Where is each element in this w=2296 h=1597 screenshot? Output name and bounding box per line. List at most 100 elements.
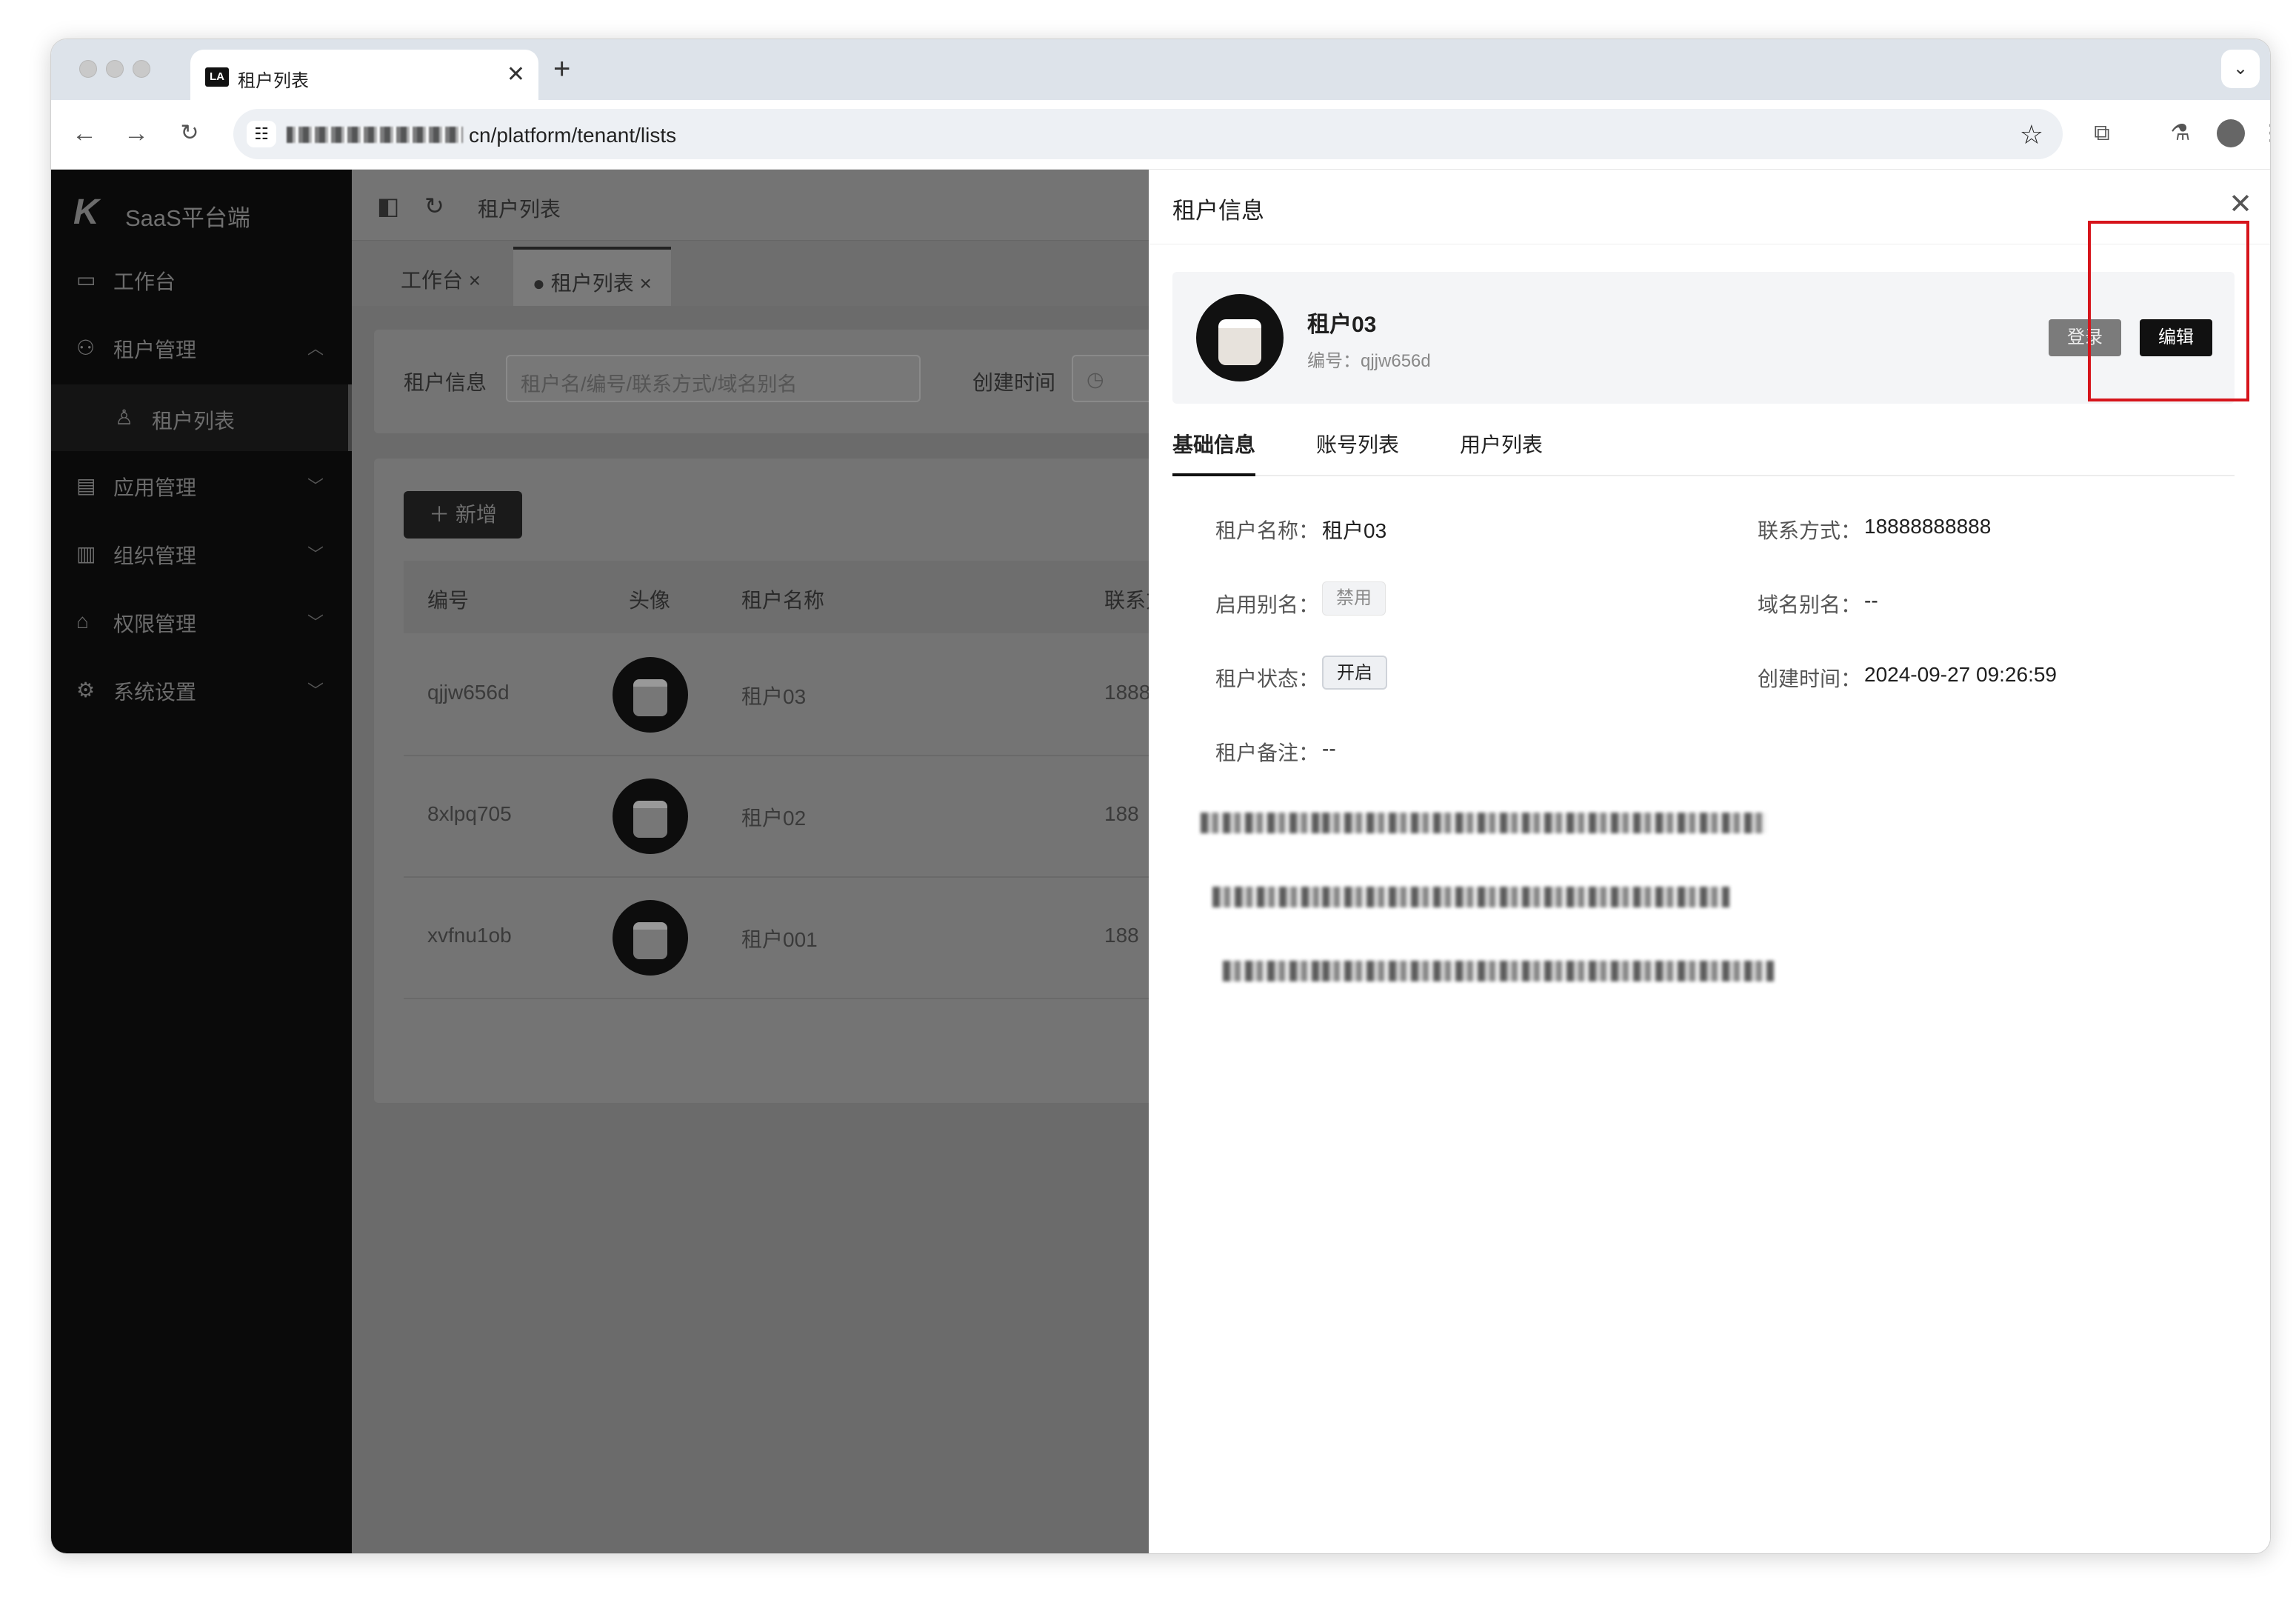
close-icon[interactable]: × (639, 272, 651, 295)
sidebar-item-label: 租户管理 (113, 339, 197, 361)
alias-enabled-label: 启用别名： (1215, 593, 1319, 616)
status-badge: 开启 (1322, 656, 1387, 690)
favicon-icon: LA (205, 67, 229, 87)
table-row[interactable]: xvfnu1ob 租户001 188 (404, 878, 1167, 999)
sidebar-item-permission-management[interactable]: ⌂ 权限管理 ﹀ (51, 592, 352, 651)
lock-icon: ⌂ (76, 610, 89, 633)
tag-tenant-list[interactable]: ● 租户列表 × (513, 247, 671, 306)
sidebar-item-org-management[interactable]: ▥ 组织管理 ﹀ (51, 524, 352, 583)
alias-status-badge: 禁用 (1322, 581, 1386, 616)
column-header: 租户名称 (741, 589, 825, 612)
sidebar-item-tenant-list[interactable]: ♙ 租户列表 (51, 384, 352, 451)
browser-toolbar: ← → ↻ ☷ cn/platform/tenant/lists ☆ ⧉ ⚗ ⋮ (51, 100, 2270, 170)
avatar (613, 779, 688, 854)
logo-icon: K (73, 193, 99, 232)
profile-avatar-icon[interactable] (2217, 119, 2245, 147)
brand-name: SaaS平台端 (125, 205, 250, 231)
sidebar-item-app-management[interactable]: ▤ 应用管理 ﹀ (51, 456, 352, 515)
gear-icon: ⚙ (76, 679, 96, 701)
address-bar[interactable]: ☷ cn/platform/tenant/lists ☆ (233, 109, 2063, 159)
reload-icon[interactable]: ↻ (173, 116, 207, 150)
refresh-icon[interactable]: ↻ (424, 192, 444, 220)
sidebar-item-system-settings[interactable]: ⚙ 系统设置 ﹀ (51, 660, 352, 719)
table-row[interactable]: 8xlpq705 租户02 188 (404, 756, 1167, 878)
back-icon[interactable]: ← (67, 116, 101, 150)
tab-search-icon[interactable]: ⌄ (2221, 50, 2260, 88)
sidebar-item-workbench[interactable]: ▭ 工作台 (51, 250, 352, 309)
cell-name: 租户001 (741, 928, 818, 951)
browser-window: LA 租户列表 ✕ + ⌄ ← → ↻ ☷ cn/platform/tenant… (50, 39, 2271, 1554)
chevron-down-icon: ﹀ (307, 681, 324, 700)
chevron-up-icon: ︿ (307, 339, 324, 358)
sidebar-item-tenant-management[interactable]: ⚇ 租户管理 ︿ (51, 318, 352, 377)
close-tab-icon[interactable]: ✕ (507, 61, 525, 87)
chevron-down-icon: ﹀ (307, 545, 324, 564)
domain-alias-label: 域名别名： (1757, 593, 1861, 616)
maximize-window-icon[interactable] (133, 60, 150, 78)
collapse-sidebar-icon[interactable]: ◧ (377, 192, 399, 220)
app-icon: ▤ (76, 474, 96, 497)
table-row[interactable]: qjjw656d 租户03 18888 (404, 635, 1167, 756)
site-info-icon[interactable]: ☷ (247, 121, 276, 147)
table-card: ＋ 新增 编号 头像 租户名称 联系方 qjjw656d 租户03 18888 … (374, 459, 1167, 1103)
created-value: 2024-09-27 09:26:59 (1864, 663, 2057, 686)
forward-icon[interactable]: → (119, 116, 153, 150)
drawer-tabs: 基础信息 账号列表 用户列表 (1172, 429, 2235, 476)
tab-user-list[interactable]: 用户列表 (1460, 429, 1543, 476)
redacted-label (1212, 887, 1322, 907)
user-icon: ♙ (115, 406, 134, 429)
tab-basic-info[interactable]: 基础信息 (1172, 429, 1256, 476)
cell-contact: 188 (1104, 924, 1139, 947)
monitor-icon: ▭ (76, 268, 96, 291)
remark-label: 租户备注： (1215, 741, 1319, 764)
chevron-down-icon: ﹀ (307, 477, 324, 496)
profile-name: 租户03 (1307, 313, 1377, 337)
menu-kebab-icon[interactable]: ⋮ (2254, 116, 2270, 150)
table-header: 编号 头像 租户名称 联系方 (404, 561, 1167, 633)
extensions-icon[interactable]: ⧉ (2085, 116, 2119, 150)
tag-workbench[interactable]: 工作台 × (381, 247, 500, 306)
add-tenant-button[interactable]: ＋ 新增 (404, 491, 522, 539)
redacted-label (1223, 961, 1322, 981)
sidebar-item-label: 工作台 (113, 270, 176, 293)
tag-label: ● 租户列表 (533, 272, 634, 295)
tab-account-list[interactable]: 账号列表 (1316, 429, 1399, 476)
browser-tab-title: 租户列表 (238, 71, 309, 91)
date-label: 创建时间 (972, 371, 1056, 394)
close-icon[interactable]: ✕ (2229, 187, 2252, 221)
labs-flask-icon[interactable]: ⚗ (2163, 116, 2197, 150)
new-tab-icon[interactable]: + (553, 53, 570, 86)
url-text[interactable]: cn/platform/tenant/lists (469, 124, 676, 147)
chevron-down-icon: ﹀ (307, 613, 324, 632)
cell-code: 8xlpq705 (427, 802, 512, 825)
status-label: 租户状态： (1215, 667, 1319, 690)
bookmark-star-icon[interactable]: ☆ (2020, 119, 2043, 150)
avatar (613, 657, 688, 733)
main-content: ◧ ↻ 租户列表 工作台 × ● 租户列表 × 租户信息 租户名/编号/联系方式… (352, 170, 1167, 1553)
close-window-icon[interactable] (79, 60, 97, 78)
user-group-icon: ⚇ (76, 336, 96, 359)
url-domain-redacted (287, 127, 463, 143)
close-icon[interactable]: × (469, 269, 481, 292)
sidebar-item-label: 组织管理 (113, 544, 197, 567)
profile-code: 编号：qjjw656d (1307, 351, 1431, 371)
sidebar-item-label: 租户列表 (152, 410, 236, 433)
profile-card: 租户03 编号：qjjw656d 登录 编辑 (1172, 272, 2235, 404)
app: K SaaS平台端 ▭ 工作台 ⚇ 租户管理 ︿ ♙ 租户列表 ▤ 应用管理 ﹀ (51, 170, 2270, 1553)
sidebar-item-label: 权限管理 (113, 613, 197, 636)
created-label: 创建时间： (1757, 667, 1861, 690)
redacted-value (1322, 961, 1774, 981)
sidebar: K SaaS平台端 ▭ 工作台 ⚇ 租户管理 ︿ ♙ 租户列表 ▤ 应用管理 ﹀ (51, 170, 352, 1553)
search-input[interactable]: 租户名/编号/联系方式/域名别名 (506, 355, 921, 402)
tenant-name-label: 租户名称： (1215, 519, 1319, 542)
drawer-title: 租户信息 (1172, 198, 1264, 224)
minimize-window-icon[interactable] (106, 60, 124, 78)
main-header: ◧ ↻ 租户列表 (352, 170, 1167, 241)
browser-tab[interactable]: LA 租户列表 ✕ (190, 50, 538, 100)
tenant-name-value: 租户03 (1322, 519, 1387, 542)
contact-value: 18888888888 (1864, 515, 1992, 538)
tags-bar: 工作台 × ● 租户列表 × (352, 241, 1167, 306)
search-placeholder: 租户名/编号/联系方式/域名别名 (521, 373, 798, 396)
remark-value: -- (1322, 737, 1336, 760)
tag-label: 工作台 (401, 269, 464, 292)
